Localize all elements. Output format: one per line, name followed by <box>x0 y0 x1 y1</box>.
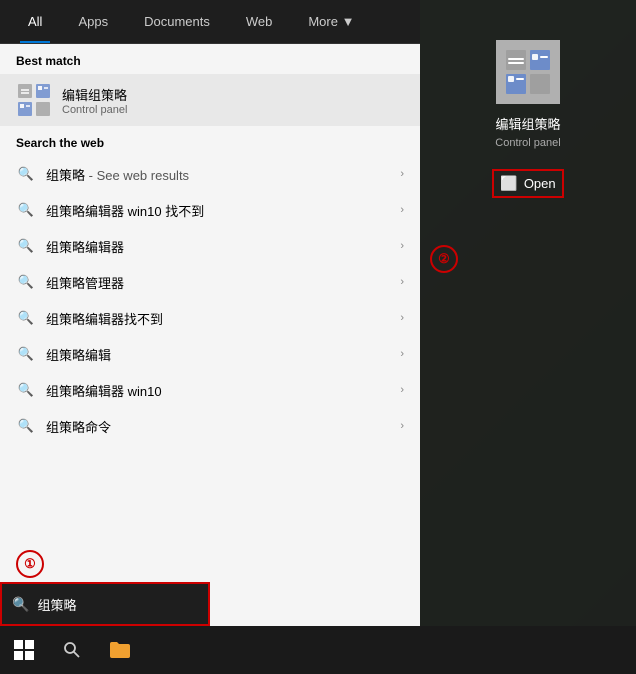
search-bar[interactable]: 🔍 组策略 <box>0 582 210 626</box>
tab-all[interactable]: All <box>10 0 60 43</box>
search-icon-5: 🔍 <box>16 344 36 364</box>
search-icon-2: 🔍 <box>16 236 36 256</box>
best-match-icon <box>16 82 52 118</box>
web-result-1[interactable]: 🔍 组策略编辑器 win10 找不到 › <box>0 192 420 228</box>
taskbar-search-button[interactable] <box>48 626 96 674</box>
chevron-icon-5: › <box>400 348 404 360</box>
start-button[interactable] <box>0 626 48 674</box>
search-icon-3: 🔍 <box>16 272 36 292</box>
best-match-text: 编辑组策略 Control panel <box>62 85 127 116</box>
open-button[interactable]: ⬜ Open <box>492 169 563 198</box>
web-result-7[interactable]: 🔍 组策略命令 › <box>0 408 420 444</box>
best-match-item[interactable]: 编辑组策略 Control panel <box>0 74 420 126</box>
tab-apps[interactable]: Apps <box>60 0 126 43</box>
nav-tabs: All Apps Documents Web More ▼ <box>0 0 420 44</box>
search-icon-6: 🔍 <box>16 380 36 400</box>
windows-logo-icon <box>14 640 34 660</box>
tab-web[interactable]: Web <box>228 0 291 43</box>
open-icon: ⬜ <box>500 175 517 192</box>
chevron-icon-7: › <box>400 420 404 432</box>
taskbar-folder-button[interactable] <box>96 626 144 674</box>
start-menu: All Apps Documents Web More ▼ Best match <box>0 0 420 626</box>
chevron-icon-0: › <box>400 168 404 180</box>
annotation-circle-2: ② <box>430 245 458 273</box>
open-label: Open <box>524 176 556 191</box>
right-panel-icon <box>496 40 560 104</box>
chevron-icon-6: › <box>400 384 404 396</box>
chevron-icon-1: › <box>400 204 404 216</box>
annotation-circle-1: ① <box>16 550 44 578</box>
search-icon-1: 🔍 <box>16 200 36 220</box>
chevron-icon-4: › <box>400 312 404 324</box>
web-result-6[interactable]: 🔍 组策略编辑器 win10 › <box>0 372 420 408</box>
web-result-4[interactable]: 🔍 组策略编辑器找不到 › <box>0 300 420 336</box>
search-web-label: Search the web <box>0 126 420 156</box>
taskbar <box>0 626 636 674</box>
search-icon-4: 🔍 <box>16 308 36 328</box>
right-panel-subtitle: Control panel <box>495 137 560 149</box>
chevron-icon-2: › <box>400 240 404 252</box>
best-match-label: Best match <box>0 44 420 74</box>
web-result-5[interactable]: 🔍 组策略编辑 › <box>0 336 420 372</box>
chevron-icon-3: › <box>400 276 404 288</box>
web-result-0[interactable]: 🔍 组策略 - See web results › <box>0 156 420 192</box>
search-icon-0: 🔍 <box>16 164 36 184</box>
web-result-2[interactable]: 🔍 组策略编辑器 › <box>0 228 420 264</box>
right-panel-title: 编辑组策略 <box>495 114 560 133</box>
tab-documents[interactable]: Documents <box>126 0 228 43</box>
web-result-3[interactable]: 🔍 组策略管理器 › <box>0 264 420 300</box>
search-icon-7: 🔍 <box>16 416 36 436</box>
tab-more[interactable]: More ▼ <box>290 0 372 43</box>
search-bar-icon: 🔍 <box>12 596 29 613</box>
search-bar-text: 组策略 <box>37 595 76 614</box>
search-results: Best match 编辑组策略 <box>0 44 420 626</box>
right-panel: 编辑组策略 Control panel ⬜ Open <box>420 0 636 626</box>
